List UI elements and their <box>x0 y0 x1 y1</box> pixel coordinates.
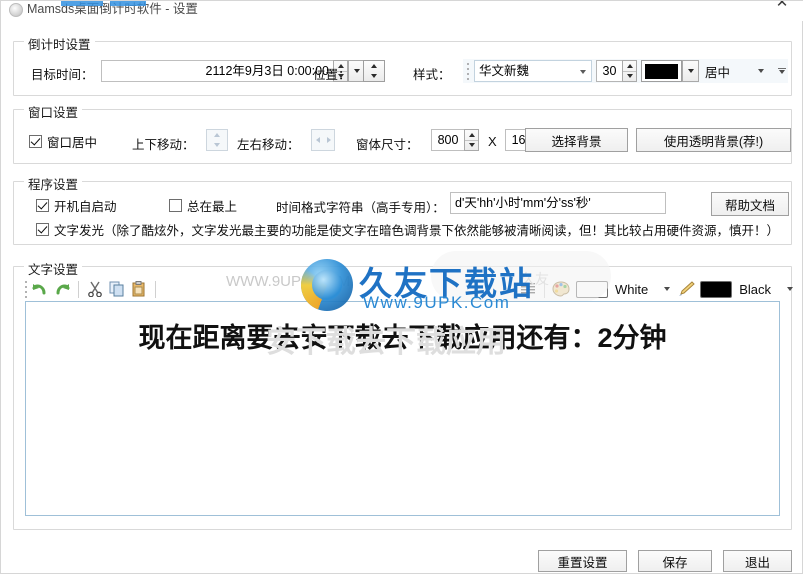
undo-icon[interactable] <box>29 278 51 300</box>
position-up-icon <box>371 64 377 68</box>
chevron-down-icon[interactable] <box>787 287 794 291</box>
close-icon[interactable]: ✕ <box>760 1 803 17</box>
outline-color-name: Black <box>739 281 772 297</box>
font-size-input[interactable]: 30 <box>596 60 622 82</box>
autostart-label: 开机自启动 <box>54 200 117 214</box>
outline-color-swatch <box>700 280 733 298</box>
fill-color-control[interactable]: White <box>576 280 671 298</box>
save-button[interactable]: 保存 <box>638 550 712 572</box>
chevron-down-icon <box>758 69 765 73</box>
topmost-label: 总在最上 <box>187 200 238 214</box>
text-group-title: 文字设置 <box>24 259 83 278</box>
font-family-value: 华文新魏 <box>479 64 530 78</box>
toolbar-separator <box>155 280 156 298</box>
style-toolbar-overflow-icon[interactable] <box>778 68 787 74</box>
title-bar: Mamsds桌面倒计时软件 - 设置 ✕ <box>1 1 803 21</box>
copy-icon[interactable] <box>106 278 128 300</box>
text-glow-label: 文字发光（除了酷炫外，文字发光最主要的功能是使文字在暗色调背景下依然能够被清晰阅… <box>54 224 780 238</box>
window-width-spinner[interactable] <box>464 129 479 151</box>
redo-icon[interactable] <box>51 278 73 300</box>
title-selection-highlight-2 <box>110 1 146 6</box>
spin-up-icon <box>214 133 220 137</box>
text-edit-toolbar <box>23 277 161 301</box>
checkbox-box <box>36 199 49 212</box>
vertical-move-spinner[interactable] <box>206 129 228 151</box>
window-group-title: 窗口设置 <box>24 102 83 121</box>
font-size-control[interactable]: 30 <box>596 60 637 82</box>
spin-right-icon <box>326 137 331 143</box>
palette-icon[interactable] <box>550 278 572 300</box>
settings-window: Mamsds桌面倒计时软件 - 设置 ✕ 倒计时设置 目标时间： 2112年9月… <box>0 0 803 574</box>
vertical-move-label: 上下移动： <box>132 138 195 152</box>
window-width-input[interactable]: 800 <box>431 129 464 151</box>
spin-down-icon <box>626 74 633 79</box>
font-color-dropdown-button[interactable] <box>682 60 699 82</box>
window-width-control[interactable]: 800 <box>431 129 479 151</box>
toolbar-grip-icon <box>465 62 471 80</box>
fill-color-swatch <box>576 280 608 298</box>
window-center-checkbox[interactable]: 窗口居中 <box>29 132 97 151</box>
spin-down-icon <box>214 143 220 147</box>
preview-text: 现在距离要去安下载去下载应用还有：2分钟 <box>138 323 667 353</box>
program-group-title: 程序设置 <box>24 174 83 193</box>
title-selection-highlight-1 <box>61 1 103 6</box>
align-combo[interactable]: 居中 <box>705 62 765 81</box>
fill-color-name: White <box>615 281 649 297</box>
brush-icon[interactable] <box>675 278 697 300</box>
time-format-label: 时间格式字符串（高手专用）： <box>276 201 445 215</box>
paste-icon[interactable] <box>128 278 150 300</box>
spin-up-icon <box>626 63 633 68</box>
size-times-symbol: X <box>488 134 497 149</box>
spin-up-icon <box>468 132 475 137</box>
autostart-checkbox[interactable]: 开机自启动 <box>36 196 117 215</box>
text-color-toolbar: White Black <box>517 277 803 301</box>
chevron-down-icon[interactable] <box>664 287 671 291</box>
checkbox-box <box>36 223 49 236</box>
horizontal-move-label: 左右移动： <box>237 138 300 152</box>
position-label: 位置： <box>313 68 351 82</box>
align-icon[interactable] <box>517 278 539 300</box>
font-size-spinner[interactable] <box>622 60 637 82</box>
choose-background-button[interactable]: 选择背景 <box>525 128 628 152</box>
spin-left-icon <box>315 137 320 143</box>
exit-button[interactable]: 退出 <box>723 550 792 572</box>
horizontal-move-spinner[interactable] <box>311 129 335 151</box>
checkbox-box <box>169 199 182 212</box>
chevron-down-icon <box>687 69 694 73</box>
style-label: 样式： <box>413 68 451 82</box>
help-doc-button[interactable]: 帮助文档 <box>711 192 789 216</box>
spin-down-icon <box>468 143 475 148</box>
cut-icon[interactable] <box>84 278 106 300</box>
target-time-label: 目标时间： <box>31 68 94 82</box>
topmost-checkbox[interactable]: 总在最上 <box>169 196 237 215</box>
align-value: 居中 <box>705 65 731 80</box>
position-down-icon <box>371 74 377 78</box>
toolbar-separator <box>544 280 545 298</box>
target-time-input[interactable]: 2112年9月3日 0:00:00 <box>101 60 333 82</box>
chevron-down-icon <box>580 70 586 74</box>
transparent-background-button[interactable]: 使用透明背景(荐!) <box>636 128 791 152</box>
font-family-combo[interactable]: 华文新魏 <box>474 60 592 82</box>
font-color-control[interactable] <box>641 60 699 82</box>
window-center-label: 窗口居中 <box>47 136 98 150</box>
position-spinner[interactable] <box>363 60 385 82</box>
time-format-input[interactable]: d'天'hh'小时'mm'分'ss'秒' <box>450 192 666 214</box>
font-color-swatch <box>645 63 678 79</box>
app-icon <box>9 3 23 17</box>
text-glow-checkbox[interactable]: 文字发光（除了酷炫外，文字发光最主要的功能是使文字在暗色调背景下依然能够被清晰阅… <box>36 220 779 239</box>
font-style-toolbar: 华文新魏 30 居中 <box>463 59 789 83</box>
countdown-group-title: 倒计时设置 <box>24 34 95 53</box>
checkbox-box <box>29 135 42 148</box>
outline-color-control[interactable]: Black <box>700 280 794 298</box>
chevron-down-icon <box>353 69 360 73</box>
window-size-label: 窗体尺寸： <box>356 138 419 152</box>
text-preview-area[interactable]: 现在距离要去安下载去下载应用还有：2分钟 <box>25 301 780 516</box>
reset-settings-button[interactable]: 重置设置 <box>538 550 627 572</box>
toolbar-separator <box>78 280 79 298</box>
font-color-swatch-wrap[interactable] <box>641 60 682 82</box>
